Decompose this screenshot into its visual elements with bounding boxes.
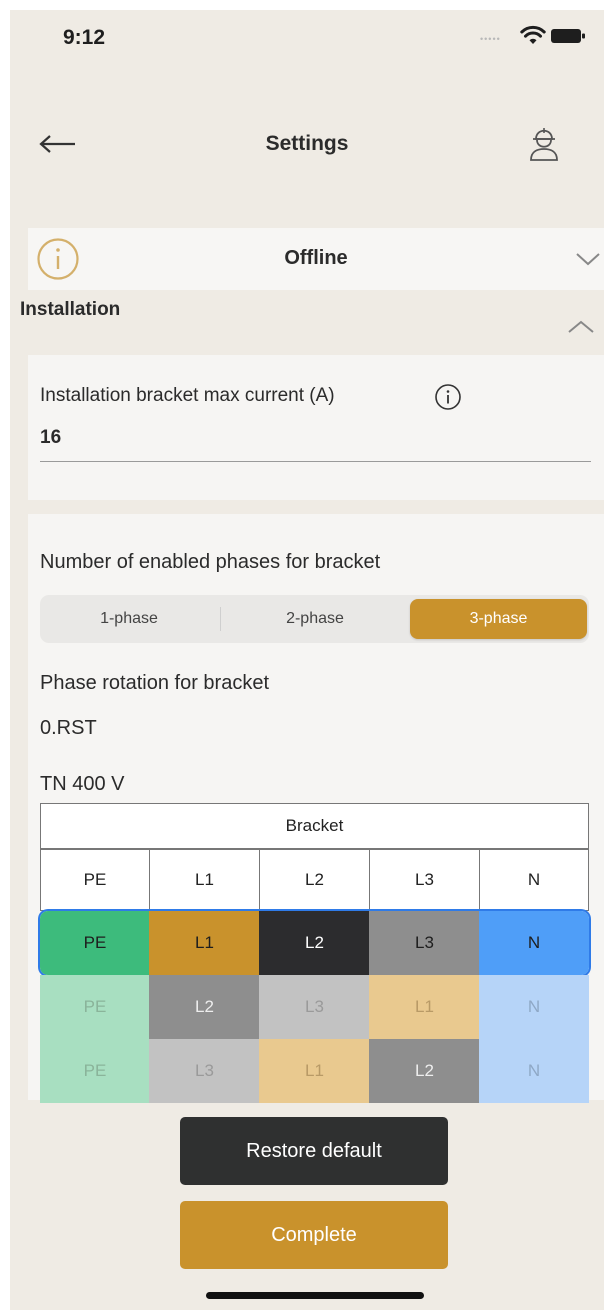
max-current-input[interactable]: 16 — [40, 427, 61, 449]
rotation-cell: N — [479, 975, 589, 1039]
max-current-card: Installation bracket max current (A) 16 — [28, 355, 604, 500]
column-header-pe: PE — [40, 849, 150, 911]
rotation-row-3[interactable]: PE L3 L1 L2 N — [40, 1039, 589, 1103]
rotation-cell: N — [479, 1039, 589, 1103]
segment-2-phase[interactable]: 2-phase — [225, 599, 405, 639]
section-title-installation: Installation — [20, 299, 121, 320]
max-current-label: Installation bracket max current (A) — [40, 385, 335, 406]
rotation-cell: PE — [40, 911, 150, 975]
complete-button[interactable]: Complete — [180, 1201, 448, 1269]
segment-divider — [220, 607, 221, 631]
rotation-cell: L3 — [259, 975, 370, 1039]
rotation-cell: L2 — [149, 975, 260, 1039]
enabled-phases-label: Number of enabled phases for bracket — [40, 551, 381, 573]
technician-icon[interactable] — [528, 122, 560, 162]
phase-segmented-control: 1-phase 2-phase 3-phase — [40, 595, 589, 643]
offline-status-text: Offline — [284, 247, 348, 269]
offline-banner[interactable]: Offline — [28, 228, 604, 290]
rotation-cell: L2 — [369, 1039, 480, 1103]
rotation-cell: L1 — [149, 911, 260, 975]
status-time: 9:12 — [63, 26, 106, 49]
settings-screen: 9:12 ••••• Settings Offline Installation… — [10, 10, 604, 1310]
rotation-cell: N — [479, 911, 589, 975]
status-bar: 9:12 ••••• — [10, 10, 604, 70]
rotation-cell: L1 — [259, 1039, 370, 1103]
rotation-row-1[interactable]: PE L1 L2 L3 N — [40, 911, 589, 975]
column-header-l3: L3 — [369, 849, 480, 911]
wifi-icon — [520, 25, 546, 44]
info-icon[interactable] — [433, 382, 463, 412]
chevron-up-icon[interactable] — [565, 316, 597, 338]
rotation-cell: L3 — [149, 1039, 260, 1103]
column-header-row: PE L1 L2 L3 N — [40, 849, 589, 911]
rotation-cell: PE — [40, 1039, 150, 1103]
restore-default-button[interactable]: Restore default — [180, 1117, 448, 1185]
phases-card: Number of enabled phases for bracket 1-p… — [28, 514, 604, 1103]
page-title: Settings — [265, 132, 349, 155]
rotation-cell: L3 — [369, 911, 480, 975]
column-header-l1: L1 — [149, 849, 260, 911]
nav-header: Settings — [10, 110, 604, 180]
input-underline — [40, 461, 591, 462]
bracket-header: Bracket — [40, 803, 589, 849]
column-header-l2: L2 — [259, 849, 370, 911]
phase-rotation-value: 0.RST — [40, 717, 97, 739]
battery-icon — [551, 29, 585, 43]
column-header-n: N — [479, 849, 589, 911]
signal-icon: ••••• — [480, 34, 501, 44]
rotation-cell: L2 — [259, 911, 370, 975]
rotation-row-2[interactable]: PE L2 L3 L1 N — [40, 975, 589, 1039]
phase-rotation-label: Phase rotation for bracket — [40, 672, 270, 694]
segment-3-phase[interactable]: 3-phase — [410, 599, 587, 639]
network-type-label: TN 400 V — [40, 773, 125, 795]
chevron-down-icon[interactable] — [573, 248, 603, 270]
rotation-cell: L1 — [369, 975, 480, 1039]
segment-1-phase[interactable]: 1-phase — [40, 599, 218, 639]
rotation-cell: PE — [40, 975, 150, 1039]
home-indicator — [206, 1292, 424, 1299]
